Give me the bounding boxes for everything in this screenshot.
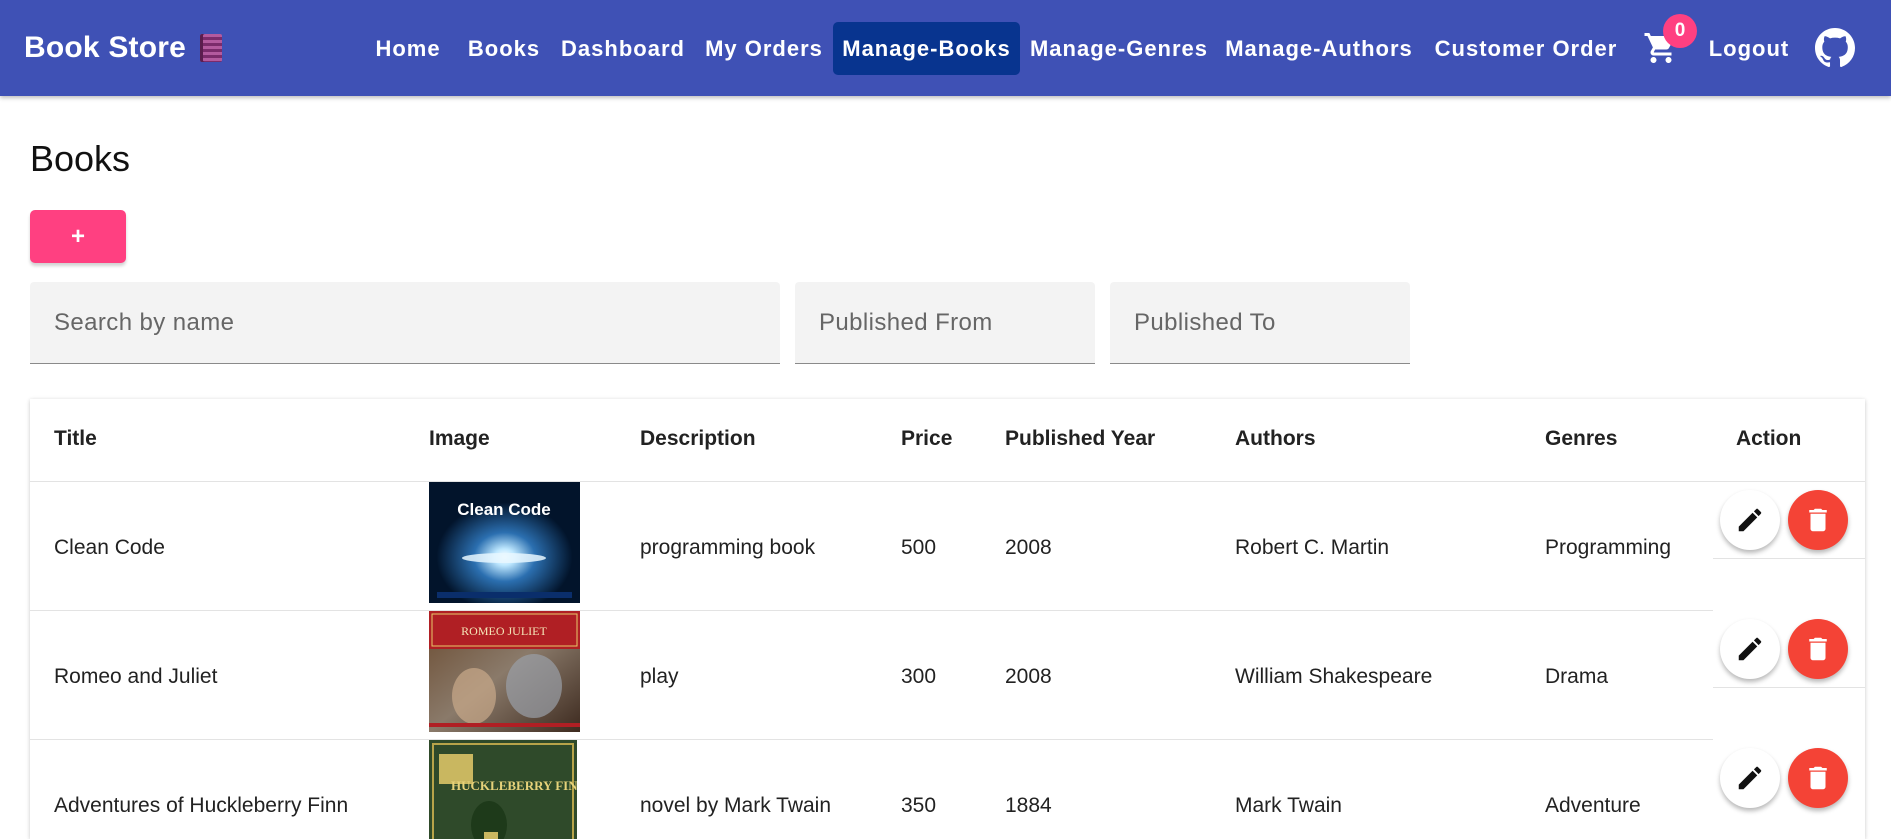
action-divider — [1713, 558, 1865, 559]
edit-button[interactable] — [1720, 619, 1780, 679]
cell-published-year: 2008 — [1005, 536, 1052, 559]
nav-manage-genres[interactable]: Manage-Genres — [1027, 22, 1211, 75]
column-header-title[interactable]: Title — [54, 427, 97, 451]
top-navbar: Book Store Home Books Dashboard My Order… — [0, 0, 1891, 96]
nav-customer-order[interactable]: Customer Order — [1427, 22, 1625, 75]
column-header-published-year[interactable]: Published Year — [1005, 427, 1155, 451]
nav-dashboard[interactable]: Dashboard — [558, 22, 688, 75]
published-from-field[interactable] — [795, 282, 1095, 364]
cover-title: HUCKLEBERRY FINN — [451, 778, 577, 793]
column-header-price[interactable]: Price — [901, 427, 952, 451]
delete-button[interactable] — [1788, 748, 1848, 808]
cell-title: Romeo and Juliet — [54, 665, 218, 688]
action-divider — [1713, 687, 1865, 688]
cell-genres: Programming — [1545, 536, 1672, 559]
published-from-input[interactable] — [795, 282, 1095, 363]
cart-count-badge: 0 — [1663, 14, 1697, 48]
nav-manage-authors[interactable]: Manage-Authors — [1223, 22, 1415, 75]
edit-icon — [1738, 637, 1762, 661]
cell-authors: William Shakespeare — [1235, 665, 1433, 688]
cell-genres: Drama — [1545, 665, 1609, 688]
edit-icon — [1738, 766, 1762, 790]
cell-authors: Robert C. Martin — [1235, 536, 1390, 559]
search-field[interactable] — [30, 282, 780, 364]
nav-manage-books[interactable]: Manage-Books — [833, 22, 1020, 75]
cell-price: 300 — [901, 665, 937, 688]
delete-icon — [1809, 508, 1827, 532]
book-icon — [200, 34, 223, 62]
books-table: Title Image Description Price Published … — [30, 399, 1865, 839]
cell-published-year: 2008 — [1005, 665, 1052, 688]
book-cover-image: ROMEO JULIET — [429, 611, 580, 732]
nav-home[interactable]: Home — [366, 22, 450, 75]
edit-icon — [1738, 508, 1762, 532]
cell-description: play — [640, 665, 679, 688]
page-title: Books — [30, 138, 131, 179]
nav-my-orders[interactable]: My Orders — [700, 22, 828, 75]
brand-title: Book Store — [24, 31, 187, 64]
cell-description: programming book — [640, 536, 816, 559]
logout-link[interactable]: Logout — [1705, 22, 1793, 75]
table-row: Romeo and Juliet ROMEO JULIET play 300 2… — [30, 611, 1865, 740]
brand[interactable]: Book Store — [24, 28, 223, 68]
search-input[interactable] — [30, 282, 780, 363]
column-header-genres: Genres — [1545, 427, 1618, 450]
cell-genres: Adventure — [1545, 794, 1641, 817]
table-row: Clean Code Clean Code programming book 5… — [30, 482, 1865, 611]
delete-button[interactable] — [1788, 619, 1848, 679]
book-cover-image: Clean Code — [429, 482, 580, 603]
column-header-image: Image — [429, 427, 490, 450]
cell-title: Adventures of Huckleberry Finn — [54, 794, 349, 817]
column-header-description: Description — [640, 427, 756, 450]
column-header-action: Action — [1736, 427, 1802, 450]
delete-button[interactable] — [1788, 490, 1848, 550]
book-cover-image: HUCKLEBERRY FINN — [429, 740, 577, 839]
github-icon[interactable] — [1815, 28, 1855, 68]
cell-authors: Mark Twain — [1235, 794, 1342, 817]
delete-icon — [1809, 637, 1827, 661]
column-header-authors: Authors — [1235, 427, 1316, 450]
cover-title: ROMEO JULIET — [461, 624, 547, 638]
edit-button[interactable] — [1720, 748, 1780, 808]
cell-title: Clean Code — [54, 536, 165, 559]
cell-price: 500 — [901, 536, 937, 559]
cell-price: 350 — [901, 794, 937, 817]
published-to-field[interactable] — [1110, 282, 1410, 364]
published-to-input[interactable] — [1110, 282, 1410, 363]
nav-books[interactable]: Books — [462, 22, 546, 75]
cell-published-year: 1884 — [1005, 794, 1052, 817]
add-book-button[interactable]: + — [30, 210, 126, 263]
delete-icon — [1809, 766, 1827, 790]
edit-button[interactable] — [1720, 490, 1780, 550]
table-row: Adventures of Huckleberry Finn HUCKLEBER… — [30, 740, 1865, 839]
cover-title: Clean Code — [457, 500, 551, 519]
cell-description: novel by Mark Twain — [640, 794, 832, 817]
